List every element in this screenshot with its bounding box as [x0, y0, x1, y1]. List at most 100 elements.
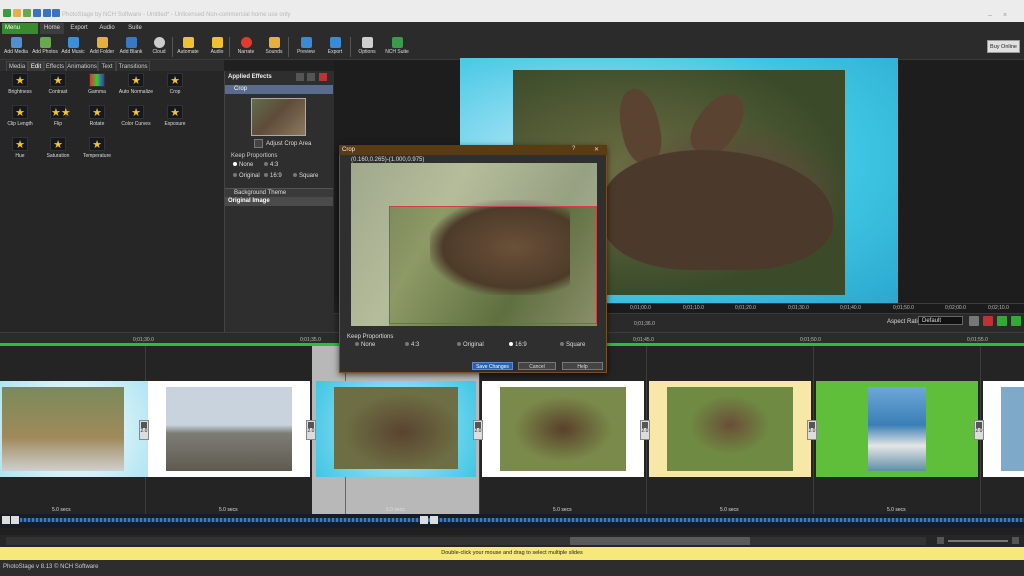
aspect-ratio-select[interactable]: Default	[918, 316, 963, 325]
tab-effects[interactable]: Effects	[44, 61, 66, 71]
add-music-button[interactable]: Add Music	[58, 36, 88, 60]
slide-4[interactable]	[482, 381, 644, 477]
tab-export[interactable]: Export	[66, 23, 92, 34]
play-icon[interactable]	[997, 316, 1007, 326]
save-icon[interactable]	[33, 9, 41, 17]
background-theme-row[interactable]: Background Theme	[225, 188, 333, 197]
record-icon[interactable]	[983, 316, 993, 326]
effect-color-curves[interactable]: ★ Color Curves	[116, 105, 156, 135]
export-button[interactable]: Export	[320, 36, 350, 60]
radio-original[interactable]: Original	[233, 173, 260, 179]
crop-rectangle[interactable]	[389, 206, 597, 324]
radio-none[interactable]: None	[233, 162, 253, 168]
options-button[interactable]: Options	[352, 36, 382, 60]
radio-square[interactable]: Square	[293, 173, 318, 179]
dialog-close-icon[interactable]: ✕	[594, 146, 599, 153]
speaker-icon[interactable]	[2, 516, 10, 524]
tab-text[interactable]: Text	[98, 61, 116, 71]
slide-6[interactable]	[816, 381, 978, 477]
new-icon[interactable]	[23, 9, 31, 17]
radio-dot	[560, 342, 564, 347]
tab-audio[interactable]: Audio	[94, 23, 120, 34]
cloud-button[interactable]: Cloud	[144, 36, 174, 60]
radio-4-3[interactable]: 4:3	[264, 162, 278, 168]
dialog-radio-16-9[interactable]: 16:9	[509, 342, 527, 348]
dialog-radio-none[interactable]: None	[355, 342, 375, 348]
cancel-button[interactable]: Cancel	[518, 362, 556, 370]
save-changes-button[interactable]: Save Changes	[472, 362, 513, 370]
slide-7[interactable]	[983, 381, 1024, 477]
add-media-button[interactable]: Add Media	[1, 36, 31, 60]
transition-marker[interactable]: 2.0	[974, 420, 984, 440]
effect-exposure[interactable]: ★ Exposure	[155, 105, 195, 135]
tab-edit[interactable]: Edit	[28, 61, 44, 71]
speaker-icon[interactable]	[420, 516, 428, 524]
dialog-radio-original[interactable]: Original	[457, 342, 484, 348]
remove-effect-icon[interactable]	[319, 73, 327, 81]
transition-marker[interactable]: 2.0	[306, 420, 316, 440]
minimize-icon[interactable]: –	[988, 12, 992, 19]
edit-audio-icon[interactable]	[430, 516, 438, 524]
effect-hue[interactable]: ★ Hue	[0, 137, 40, 167]
narrate-button[interactable]: Narrate	[231, 36, 261, 60]
close-window-icon[interactable]: ×	[1003, 12, 1007, 19]
adjust-crop-label[interactable]: Adjust Crop Area	[266, 141, 311, 147]
effect-contrast[interactable]: ★ Contrast	[38, 73, 78, 103]
open-icon[interactable]	[13, 9, 21, 17]
slide-5[interactable]	[649, 381, 811, 477]
effect-crop[interactable]: ★ Crop	[155, 73, 195, 103]
tab-suite[interactable]: Suite	[122, 23, 148, 34]
add-folder-button[interactable]: Add Folder	[87, 36, 117, 60]
transition-marker[interactable]: 2.0	[807, 420, 817, 440]
tab-transitions[interactable]: Transitions	[116, 61, 150, 71]
effect-flip[interactable]: ★★ Flip	[38, 105, 78, 135]
adjust-crop-icon[interactable]	[254, 139, 263, 148]
slide-2[interactable]	[148, 381, 310, 477]
timeline-scrollbar[interactable]	[6, 537, 926, 545]
add-blank-button[interactable]: Add Blank	[116, 36, 146, 60]
buy-online-button[interactable]: Buy Online	[987, 40, 1020, 53]
transition-marker[interactable]: 2.0	[473, 420, 483, 440]
tab-animations[interactable]: Animations	[66, 61, 98, 71]
effect-brightness[interactable]: ★ Brightness	[0, 73, 40, 103]
zoom-slider[interactable]	[948, 540, 1008, 542]
scrollbar-thumb[interactable]	[570, 537, 750, 545]
undo-icon[interactable]	[43, 9, 51, 17]
zoom-in-icon[interactable]	[1012, 537, 1019, 544]
edit-audio-icon[interactable]	[11, 516, 19, 524]
dialog-help-icon[interactable]: ?	[572, 146, 575, 152]
add-photos-button[interactable]: Add Photos	[30, 36, 60, 60]
redo-icon[interactable]	[52, 9, 60, 17]
preview-button[interactable]: Preview	[291, 36, 321, 60]
dialog-radio-square[interactable]: Square	[560, 342, 585, 348]
transition-marker[interactable]: 2.0	[640, 420, 650, 440]
pan-icon[interactable]	[969, 316, 979, 326]
fullscreen-icon[interactable]	[1011, 316, 1021, 326]
applied-crop-row[interactable]: Crop	[225, 85, 333, 94]
automate-button[interactable]: Automate	[173, 36, 203, 60]
dialog-radio-4-3[interactable]: 4:3	[405, 342, 419, 348]
effect-auto-normalize[interactable]: ★ Auto Normalize	[116, 73, 156, 103]
effect-temperature[interactable]: ★ Temperature	[77, 137, 117, 167]
menu-button[interactable]: Menu	[2, 23, 38, 34]
original-image-row[interactable]: Original Image	[225, 197, 333, 206]
effect-saturation[interactable]: ★ Saturation	[38, 137, 78, 167]
sounds-button[interactable]: Sounds	[259, 36, 289, 60]
audio-button[interactable]: Audio	[202, 36, 232, 60]
slide-3[interactable]	[316, 381, 476, 477]
nch-suite-button[interactable]: NCH Suite	[382, 36, 412, 60]
tab-home[interactable]: Home	[40, 23, 64, 34]
help-button[interactable]: Help	[562, 362, 603, 370]
transition-marker[interactable]: 2.0	[139, 420, 149, 440]
slide-1[interactable]	[0, 381, 150, 477]
effect-label: Temperature	[82, 153, 112, 159]
effect-clip-length[interactable]: ★ Clip Length	[0, 105, 40, 135]
zoom-out-icon[interactable]	[937, 537, 944, 544]
radio-16-9[interactable]: 16:9	[264, 173, 282, 179]
effect-rotate[interactable]: ★ Rotate	[77, 105, 117, 135]
tab-media[interactable]: Media	[6, 61, 28, 71]
effect-gamma[interactable]: Gamma	[77, 73, 117, 103]
move-up-icon[interactable]	[296, 73, 304, 81]
preview-icon	[300, 37, 312, 48]
move-down-icon[interactable]	[307, 73, 315, 81]
